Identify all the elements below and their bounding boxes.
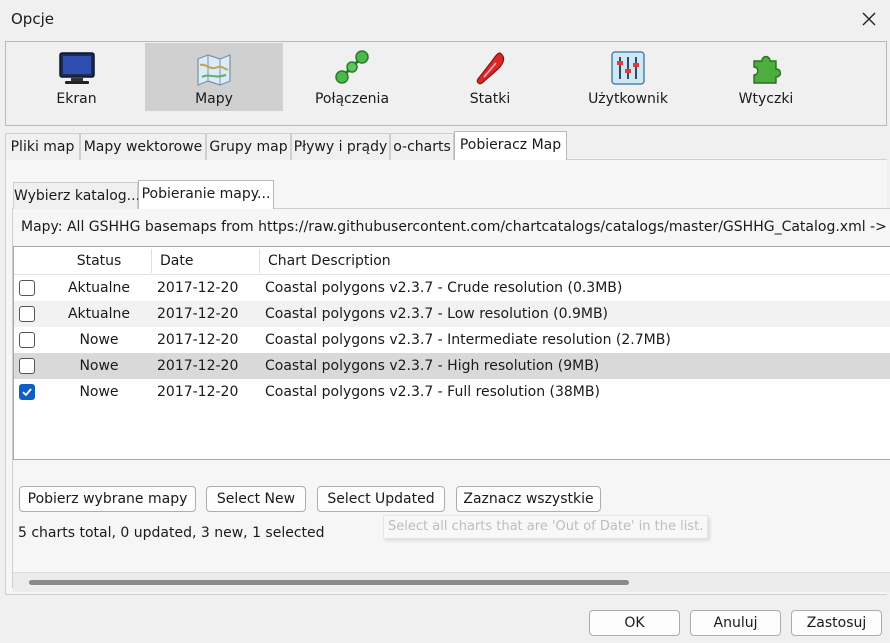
select-new-button[interactable]: Select New [206,486,306,512]
scrollbar-thumb[interactable] [29,580,629,585]
column-header-description[interactable]: Chart Description [268,253,391,269]
row-checkbox[interactable] [19,332,35,348]
row-date: 2017-12-20 [157,306,239,322]
horizontal-scrollbar[interactable] [13,572,890,592]
column-separator[interactable] [151,249,152,273]
checkmark-icon [22,388,32,397]
category-label: Połączenia [314,91,390,107]
title-bar: Opcje [0,0,890,38]
close-icon [862,12,876,26]
category-ekran[interactable]: Ekran [8,43,145,111]
row-date: 2017-12-20 [157,358,239,374]
row-checkbox[interactable] [19,358,35,374]
monitor-icon [58,52,95,84]
category-label: Statki [469,91,511,107]
plugin-icon [753,55,782,84]
row-status: Aktualne [67,280,130,296]
row-checkbox[interactable] [19,280,35,296]
table-row[interactable]: Aktualne 2017-12-20 Coastal polygons v2.… [14,301,890,327]
row-date: 2017-12-20 [157,280,239,296]
row-status: Nowe [79,332,119,348]
select-all-button[interactable]: Zaznacz wszystkie [456,486,601,512]
sub-tabs: Wybierz katalog... Pobieranie mapy... [13,180,413,209]
category-label: Mapy [195,91,233,107]
subtab-pobieranie-mapy[interactable]: Pobieranie mapy... [138,180,274,209]
tab-o-charts[interactable]: o-charts [390,133,454,160]
table-row[interactable]: Nowe 2017-12-20 Coastal polygons v2.3.7 … [14,379,890,405]
cancel-button[interactable]: Anuluj [690,610,781,636]
ship-icon [476,52,505,85]
row-description: Coastal polygons v2.3.7 - Full resolutio… [265,384,600,400]
map-icon [197,54,231,86]
row-status: Aktualne [67,306,130,322]
category-mapy[interactable]: Mapy [145,43,283,111]
subtab-wybierz-katalog[interactable]: Wybierz katalog... [13,182,140,209]
column-header-status[interactable]: Status [59,253,139,269]
table-row[interactable]: Nowe 2017-12-20 Coastal polygons v2.3.7 … [14,327,890,353]
table-row[interactable]: Aktualne 2017-12-20 Coastal polygons v2.… [14,275,890,301]
catalog-source-path: Mapy: All GSHHG basemaps from https://ra… [21,219,887,235]
apply-button[interactable]: Zastosuj [791,610,882,636]
list-header: Status Date Chart Description [14,247,890,275]
tab-mapy-wektorowe[interactable]: Mapy wektorowe [80,133,206,160]
chart-list: Status Date Chart Description Aktualne 2… [13,246,890,460]
category-wtyczki[interactable]: Wtyczki [697,43,835,111]
tooltip: Select all charts that are 'Out of Date'… [383,515,708,539]
main-tabs: Pliki map Mapy wektorowe Grupy map Pływy… [5,131,885,160]
category-label: Wtyczki [738,91,794,107]
tab-plywy-i-prady[interactable]: Pływy i prądy [291,133,390,160]
category-uzytkownik[interactable]: Użytkownik [559,43,697,111]
charts-summary: 5 charts total, 0 updated, 3 new, 1 sele… [18,525,325,541]
download-selected-button[interactable]: Pobierz wybrane mapy [19,486,196,512]
column-separator[interactable] [259,249,260,273]
row-status: Nowe [79,384,119,400]
window-title: Opcje [11,10,54,28]
row-checkbox[interactable] [19,384,35,400]
connections-icon [335,50,369,84]
row-checkbox[interactable] [19,306,35,322]
ok-button[interactable]: OK [589,610,680,636]
tab-grupy-map[interactable]: Grupy map [206,133,291,160]
category-statki[interactable]: Statki [421,43,559,111]
row-description: Coastal polygons v2.3.7 - Intermediate r… [265,332,671,348]
tab-pobieracz-map[interactable]: Pobieracz Map [454,131,567,160]
category-polaczenia[interactable]: Połączenia [283,43,421,111]
row-description: Coastal polygons v2.3.7 - High resolutio… [265,358,600,374]
category-toolbar: Ekran Mapy Połączenia Statki Użytkownik … [5,41,887,126]
row-date: 2017-12-20 [157,332,239,348]
column-header-date[interactable]: Date [160,253,193,269]
row-status: Nowe [79,358,119,374]
row-description: Coastal polygons v2.3.7 - Crude resoluti… [265,280,623,296]
select-updated-button[interactable]: Select Updated [317,486,445,512]
row-description: Coastal polygons v2.3.7 - Low resolution… [265,306,609,322]
table-row[interactable]: Nowe 2017-12-20 Coastal polygons v2.3.7 … [14,353,890,379]
tab-pliki-map[interactable]: Pliki map [5,133,80,160]
category-label: Ekran [56,91,97,107]
close-button[interactable] [854,4,884,34]
user-settings-icon [611,51,645,85]
category-label: Użytkownik [588,91,668,107]
row-date: 2017-12-20 [157,384,239,400]
